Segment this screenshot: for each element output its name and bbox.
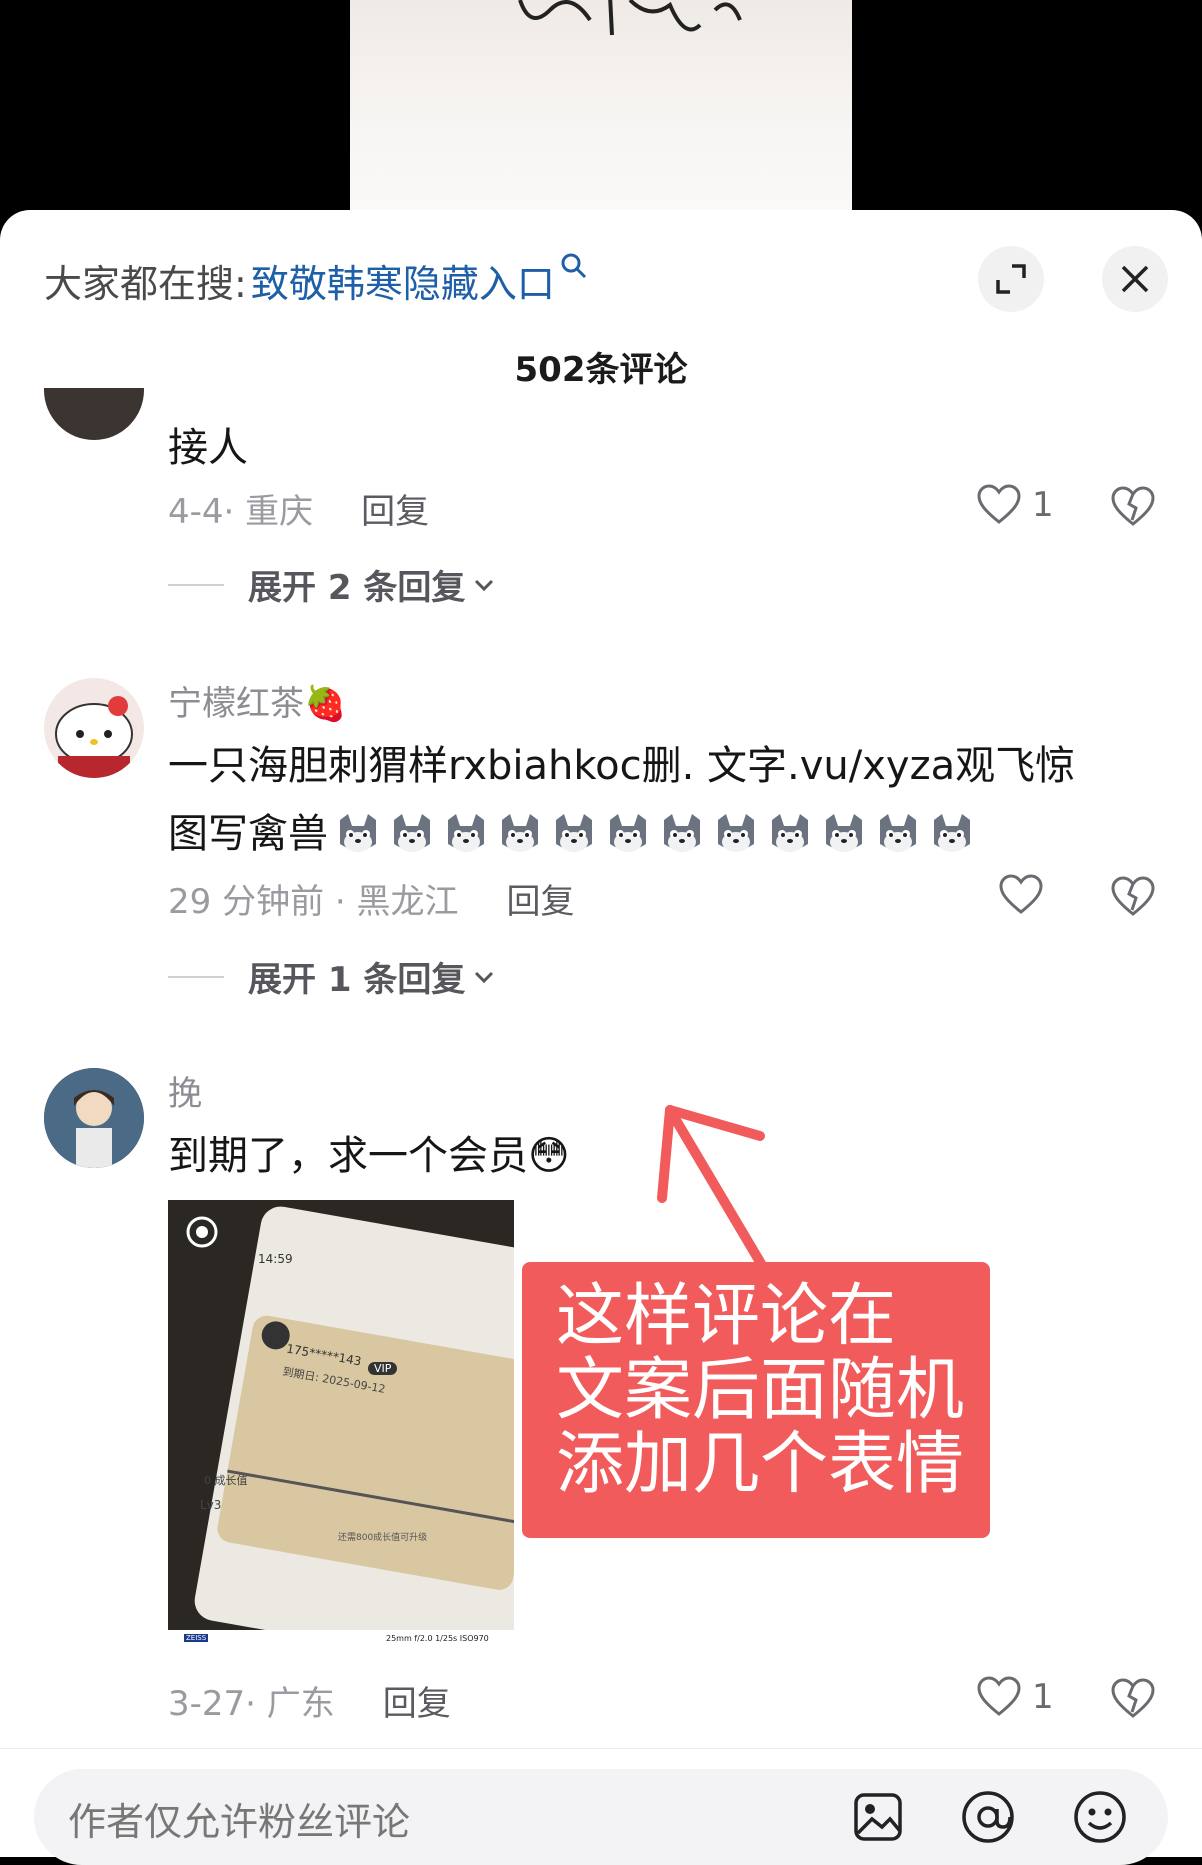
husky-emoji-icon [826,814,862,852]
heart-icon [977,484,1021,524]
heart-icon [977,1676,1021,1716]
divider [168,583,224,586]
comment-input-bar: 作者仅允许粉丝评论 [0,1748,1202,1865]
expand-replies-button[interactable]: 展开 1 条回复 [168,952,497,1001]
husky-emoji-icon [502,814,538,852]
annotation-line: 添加几个表情 [556,1425,965,1504]
close-icon [1121,265,1149,293]
photo-hint: 还需800成长值可升级 [338,1533,428,1543]
like-button[interactable] [998,874,1044,916]
like-count: 1 [1032,485,1054,525]
search-suggestion[interactable]: 大家都在搜: 致敬韩寒隐藏入口 [44,250,589,310]
photo-content [168,1200,514,1650]
husky-emoji-icon [610,814,646,852]
hello-kitty-avatar [55,696,133,778]
chevron-down-icon [475,971,494,983]
photo-exif: 25mm f/2.0 1/25s ISO970 [386,1634,489,1643]
comment-meta: 29 分钟前 · 黑龙江 回复 [168,874,575,923]
photo-vip-badge: VIP [368,1362,398,1375]
husky-emoji-icon [880,814,916,852]
chevron-down-icon [475,579,494,591]
comment-date-location: 29 分钟前 · 黑龙江 [168,882,459,922]
comment-text-line2: 图写禽兽 [168,800,982,868]
image-icon[interactable] [852,1791,904,1843]
husky-emoji-row [334,810,982,858]
comment-sheet: 大家都在搜: 致敬韩寒隐藏入口 502条评论 接人 4-4· 重庆 回复 1 展… [0,210,1202,1856]
comment-photo[interactable]: 14:59 175*****143 VIP 到期日: 2025-09-12 0 … [168,1200,514,1650]
broken-heart-icon [1111,1678,1155,1718]
comment-text-line1: 一只海胆刺猬样rxbiahkoc删. 文字.vu/xyza观飞惊 [168,743,1076,789]
comment-meta: 4-4· 重庆 回复 [168,484,429,533]
search-query-link[interactable]: 致敬韩寒隐藏入口 [251,253,555,308]
husky-emoji-icon [664,814,700,852]
dislike-button[interactable] [1110,876,1156,922]
husky-emoji-icon [556,814,592,852]
reply-button[interactable]: 回复 [383,1676,451,1725]
close-button[interactable] [1102,246,1168,312]
video-background [0,0,1202,230]
photo-level: Lv3 [200,1498,222,1512]
mention-icon[interactable] [960,1789,1016,1845]
divider [168,975,224,978]
comment-text: 接人 [168,425,248,471]
photo-growth: 0 成长值 [204,1474,248,1487]
like-count: 1 [1032,1677,1054,1717]
like-button[interactable]: 1 [976,484,1054,526]
husky-emoji-icon [394,814,430,852]
annotation-box: 这样评论在 文案后面随机 添加几个表情 [522,1262,990,1538]
expand-replies-button[interactable]: 展开 2 条回复 [168,560,497,609]
expand-icon [996,264,1026,294]
video-calligraphy [518,0,742,36]
husky-emoji-icon [718,814,754,852]
heart-icon [999,874,1043,914]
username[interactable]: 宁檬红茶🍓 [168,676,346,725]
like-button[interactable]: 1 [976,1676,1054,1718]
husky-emoji-icon [772,814,808,852]
comment-meta: 3-27· 广东 回复 [168,1676,451,1725]
annotation-line: 文案后面随机 [556,1351,965,1430]
broken-heart-icon [1111,486,1155,526]
reply-button[interactable]: 回复 [361,484,429,533]
comment-input-placeholder: 作者仅允许粉丝评论 [68,1800,411,1844]
dislike-button[interactable] [1110,1678,1156,1724]
video-thumbnail[interactable] [350,0,852,230]
comment-date-location: 3-27· 广东 [168,1684,335,1724]
avatar[interactable] [44,678,144,778]
photo-time: 14:59 [258,1252,293,1266]
photo-brand: ZEISS [184,1634,209,1642]
husky-emoji-icon [448,814,484,852]
broken-heart-icon [1111,876,1155,916]
dislike-button[interactable] [1110,486,1156,532]
avatar[interactable] [44,1068,144,1168]
search-prefix: 大家都在搜: [44,261,247,306]
comment-date-location: 4-4· 重庆 [168,492,314,532]
husky-emoji-icon [934,814,970,852]
expand-button[interactable] [978,246,1044,312]
annotation-line: 这样评论在 [556,1277,897,1356]
avatar[interactable] [44,388,144,440]
emoji-icon[interactable] [1072,1789,1128,1845]
username[interactable]: 挽 [168,1066,202,1115]
search-icon [561,253,586,279]
comment-text: 到期了，求一个会员😳 [168,1133,570,1179]
comment-count: 502条评论 [514,350,688,390]
anime-avatar [44,1068,144,1168]
reply-button[interactable]: 回复 [507,874,575,923]
husky-emoji-icon [340,814,376,852]
